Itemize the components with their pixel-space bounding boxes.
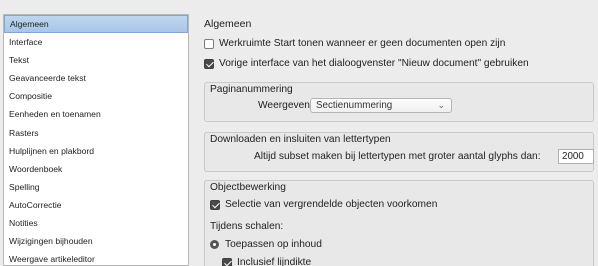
start-workspace-checkbox[interactable] [204,38,214,49]
sidebar-item-wijzigingen[interactable]: Wijzigingen bijhouden [4,232,188,250]
chevron-down-icon: ⌄ [437,100,445,110]
legacy-new-doc-checkbox[interactable] [204,58,214,69]
pagination-view-label: Weergeven: [258,100,313,111]
sidebar-item-tekst[interactable]: Tekst [4,51,188,69]
sidebar-item-algemeen[interactable]: Algemeen [4,15,188,34]
fonts-title: Downloaden en insluiten van lettertypen [210,134,391,145]
sidebar-item-spelling[interactable]: Spelling [4,178,188,196]
preferences-panel: Algemeen Werkruimte Start tonen wanneer … [196,0,598,266]
sidebar-item-artikeleditor[interactable]: Weergave artikeleditor [4,250,188,265]
legacy-new-doc-option[interactable]: Vorige interface van het dialoogvenster … [204,58,529,69]
apply-content-label: Toepassen op inhoud [225,239,322,250]
start-workspace-option[interactable]: Werkruimte Start tonen wanneer er geen d… [204,38,505,49]
panel-heading: Algemeen [204,18,252,30]
prevent-locked-checkbox[interactable] [210,199,220,210]
include-stroke-option[interactable]: Inclusief lijndikte [222,257,311,266]
preferences-sidebar: Algemeen Interface Tekst Geavanceerde te… [3,14,189,266]
fonts-subset-input[interactable]: 2000 [558,149,594,164]
apply-content-radio[interactable] [210,240,219,249]
scaling-label: Tijdens schalen: [210,221,284,232]
sidebar-item-compositie[interactable]: Compositie [4,87,188,105]
sidebar-item-autocorrectie[interactable]: AutoCorrectie [4,196,188,214]
apply-content-option[interactable]: Toepassen op inhoud [210,239,322,250]
prevent-locked-option[interactable]: Selectie van vergrendelde objecten voork… [210,199,437,210]
include-stroke-label: Inclusief lijndikte [237,257,312,266]
sidebar-item-interface[interactable]: Interface [4,33,188,51]
sidebar-item-woordenboek[interactable]: Woordenboek [4,160,188,178]
pagination-view-value: Sectienummering [316,100,393,111]
pagination-title: Paginanummering [210,84,293,95]
start-workspace-label: Werkruimte Start tonen wanneer er geen d… [219,38,506,49]
pagination-view-select[interactable]: Sectienummering ⌄ [310,98,452,113]
include-stroke-checkbox[interactable] [222,257,232,266]
sidebar-item-eenheden[interactable]: Eenheden en toenamen [4,105,188,123]
legacy-new-doc-label: Vorige interface van het dialoogvenster … [219,58,529,69]
sidebar-item-rasters[interactable]: Rasters [4,124,188,142]
objects-title: Objectbewerking [210,182,286,193]
sidebar-item-hulplijnen[interactable]: Hulplijnen en plakbord [4,142,188,160]
sidebar-item-geavanceerde-tekst[interactable]: Geavanceerde tekst [4,69,188,87]
prevent-locked-label: Selectie van vergrendelde objecten voork… [225,199,438,210]
sidebar-item-notities[interactable]: Notities [4,214,188,232]
fonts-subset-label: Altijd subset maken bij lettertypen met … [254,151,541,162]
